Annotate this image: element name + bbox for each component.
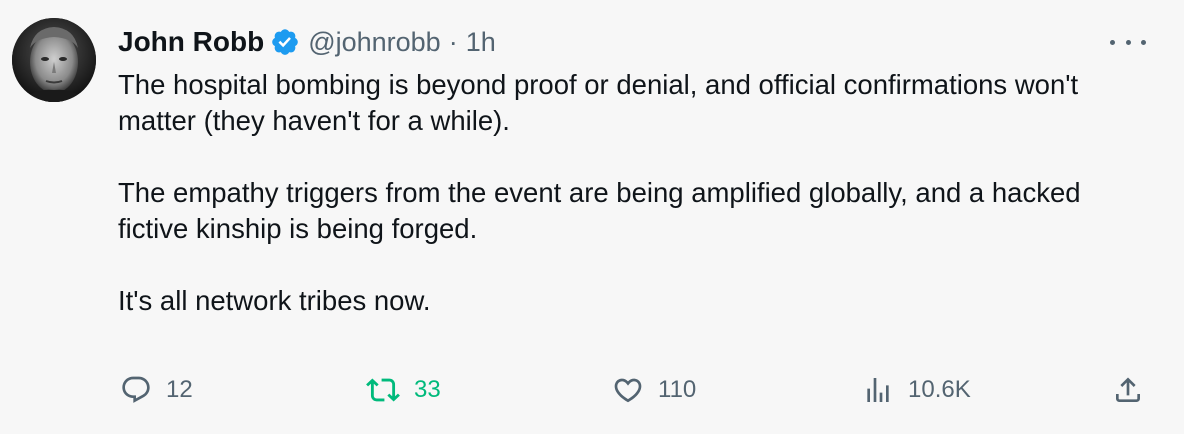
avatar-photo	[12, 18, 96, 102]
retweet-button[interactable]: 33	[366, 368, 441, 412]
views-icon	[862, 374, 894, 406]
tweet-header: John Robb @johnrobb · 1h	[118, 22, 496, 62]
author-handle[interactable]: @johnrobb	[308, 27, 441, 58]
share-button[interactable]	[1112, 368, 1144, 412]
separator-dot: ·	[448, 26, 458, 57]
like-button[interactable]: 110	[612, 368, 696, 412]
tweet-actions: 12 33 110 10.6K	[118, 368, 1148, 412]
share-icon	[1112, 374, 1144, 406]
divider	[0, 434, 1184, 446]
tweet-timestamp[interactable]: 1h	[466, 27, 496, 58]
reply-count: 12	[166, 376, 193, 403]
retweet-icon	[366, 373, 400, 407]
reply-button[interactable]: 12	[120, 368, 193, 412]
tweet-text: The hospital bombing is beyond proof or …	[118, 67, 1158, 319]
retweet-count: 33	[414, 376, 441, 403]
tweet-paragraph: The empathy triggers from the event are …	[118, 177, 1081, 244]
views-count: 10.6K	[908, 376, 971, 403]
tweet-paragraph: It's all network tribes now.	[118, 285, 431, 316]
tweet-card[interactable]: John Robb @johnrobb · 1h The hospital bo…	[0, 0, 1184, 434]
verified-badge-icon[interactable]	[270, 27, 300, 57]
more-dots-icon[interactable]	[1110, 28, 1146, 56]
views-button[interactable]: 10.6K	[862, 368, 971, 412]
avatar[interactable]	[12, 18, 96, 102]
heart-icon	[612, 374, 644, 406]
reply-icon	[120, 374, 152, 406]
author-name[interactable]: John Robb	[118, 26, 264, 58]
like-count: 110	[658, 376, 697, 403]
tweet-paragraph: The hospital bombing is beyond proof or …	[118, 69, 1079, 136]
